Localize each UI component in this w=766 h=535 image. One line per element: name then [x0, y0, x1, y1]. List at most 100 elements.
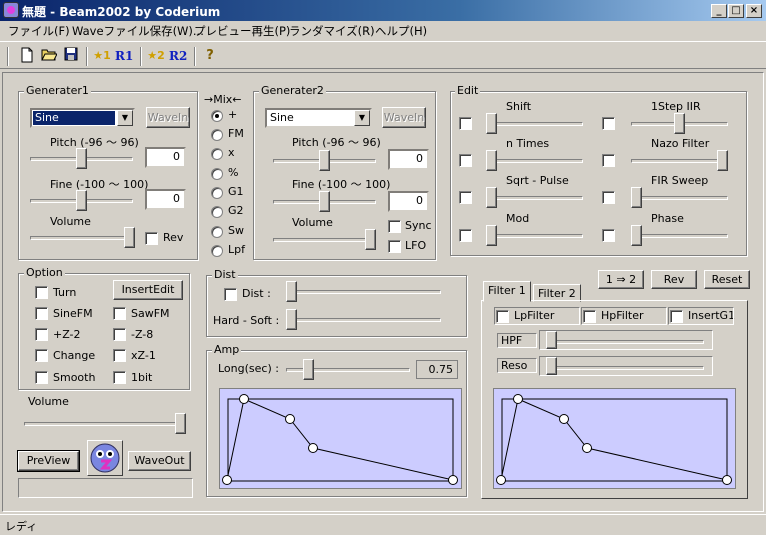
- open-icon[interactable]: [40, 47, 58, 65]
- edit-left-slider-1[interactable]: [486, 150, 497, 171]
- gen2-lfo-checkbox[interactable]: [388, 240, 401, 253]
- edit-left-checkbox-3[interactable]: [459, 229, 472, 242]
- edit-right-slider-3[interactable]: [631, 225, 642, 246]
- edit-right-slider-1[interactable]: [717, 150, 728, 171]
- edit-right-checkbox-2[interactable]: [602, 191, 615, 204]
- dist-checkbox[interactable]: [224, 288, 237, 301]
- edit-left-track-3[interactable]: [486, 234, 583, 238]
- edit-right-checkbox-1[interactable]: [602, 154, 615, 167]
- mix-radio-fm[interactable]: [211, 129, 223, 141]
- g2-preview-button[interactable]: ★2: [147, 47, 165, 65]
- close-button[interactable]: ×: [746, 4, 762, 18]
- amp-envelope-editor[interactable]: [219, 388, 462, 489]
- gen2-fine-slider[interactable]: [319, 191, 330, 212]
- gen1-volume-track[interactable]: [30, 236, 135, 240]
- gen1-fine-input[interactable]: 0: [145, 189, 186, 210]
- edit-left-checkbox-1[interactable]: [459, 154, 472, 167]
- turn-checkbox[interactable]: [35, 286, 48, 299]
- mix-radio-plus[interactable]: [211, 110, 223, 122]
- app-icon[interactable]: [3, 2, 19, 18]
- mix-radio-g1[interactable]: [211, 187, 223, 199]
- save-icon[interactable]: [62, 47, 80, 65]
- edit-right-track-1[interactable]: [631, 159, 728, 163]
- gen2-wavein-button[interactable]: WaveIn: [382, 107, 426, 128]
- edit-right-track-2[interactable]: [631, 196, 728, 200]
- edit-left-track-2[interactable]: [486, 196, 583, 200]
- rev-button[interactable]: Rev: [651, 270, 697, 289]
- minus-z8-checkbox[interactable]: [113, 328, 126, 341]
- preview-button[interactable]: PreView: [17, 450, 80, 472]
- mix-radio-lpf[interactable]: [211, 245, 223, 257]
- reso-track[interactable]: [546, 366, 704, 370]
- edit-right-checkbox-3[interactable]: [602, 229, 615, 242]
- menu-randomize[interactable]: ランダマイズ(R): [287, 22, 377, 40]
- sawfm-checkbox[interactable]: [113, 307, 126, 320]
- edit-left-slider-3[interactable]: [486, 225, 497, 246]
- menu-help[interactable]: ヘルプ(H): [373, 22, 429, 40]
- hard-soft-track[interactable]: [286, 318, 441, 322]
- waveout-button[interactable]: WaveOut: [128, 451, 191, 471]
- insert-edit-button[interactable]: InsertEdit: [113, 280, 183, 300]
- menu-preview[interactable]: プレビュー再生(P): [192, 22, 292, 40]
- edit-right-slider-0[interactable]: [674, 113, 685, 134]
- menu-file[interactable]: ファイル(F): [6, 22, 72, 40]
- gen1-rev-checkbox[interactable]: [145, 232, 158, 245]
- edit-left-track-1[interactable]: [486, 159, 583, 163]
- gen2-volume-slider[interactable]: [365, 229, 376, 250]
- edit-left-track-0[interactable]: [486, 122, 583, 126]
- title-bar[interactable]: 無題 - Beam2002 by Coderium _ □ ×: [0, 0, 766, 21]
- filter-envelope-editor[interactable]: [493, 388, 736, 489]
- mix-radio-percent[interactable]: [211, 168, 223, 180]
- g2-randomize-button[interactable]: R2: [169, 47, 187, 65]
- edit-right-checkbox-0[interactable]: [602, 117, 615, 130]
- gen2-volume-track[interactable]: [273, 238, 376, 242]
- mix-radio-sw[interactable]: [211, 226, 223, 238]
- xz1-checkbox[interactable]: [113, 349, 126, 362]
- tab-filter1[interactable]: Filter 1: [483, 281, 531, 302]
- gen2-pitch-slider[interactable]: [319, 150, 330, 171]
- edit-left-checkbox-0[interactable]: [459, 117, 472, 130]
- master-volume-track[interactable]: [24, 422, 186, 426]
- g1-preview-button[interactable]: ★1: [93, 47, 111, 65]
- help-icon[interactable]: ?: [201, 47, 219, 65]
- minimize-button[interactable]: _: [711, 4, 727, 18]
- gen1-volume-slider[interactable]: [124, 227, 135, 248]
- gen1-pitch-slider[interactable]: [76, 148, 87, 169]
- gen2-sync-checkbox[interactable]: [388, 220, 401, 233]
- reset-button[interactable]: Reset: [704, 270, 750, 289]
- swap-1-2-button[interactable]: 1 ⇒ 2: [598, 270, 644, 289]
- smooth-checkbox[interactable]: [35, 371, 48, 384]
- gen2-pitch-input[interactable]: 0: [388, 149, 429, 170]
- gen1-pitch-input[interactable]: 0: [145, 147, 186, 168]
- edit-left-slider-0[interactable]: [486, 113, 497, 134]
- mix-radio-x[interactable]: [211, 148, 223, 160]
- long-sec-slider[interactable]: [302, 359, 314, 380]
- reso-slider[interactable]: [546, 357, 557, 375]
- edit-left-slider-2[interactable]: [486, 187, 497, 208]
- gen1-wavein-button[interactable]: WaveIn: [146, 107, 190, 128]
- plus-z2-checkbox[interactable]: [35, 328, 48, 341]
- gen1-fine-slider[interactable]: [76, 190, 87, 211]
- edit-right-slider-2[interactable]: [631, 187, 642, 208]
- maximize-button[interactable]: □: [728, 4, 744, 18]
- sinefm-checkbox[interactable]: [35, 307, 48, 320]
- gen2-wave-select[interactable]: Sine ▼: [265, 108, 372, 128]
- mix-radio-g2[interactable]: [211, 206, 223, 218]
- edit-right-track-3[interactable]: [631, 234, 728, 238]
- gen1-wave-select[interactable]: Sine ▼: [30, 108, 135, 128]
- dist-slider[interactable]: [286, 281, 297, 302]
- onebit-checkbox[interactable]: [113, 371, 126, 384]
- edit-left-checkbox-2[interactable]: [459, 191, 472, 204]
- gen2-fine-input[interactable]: 0: [388, 191, 429, 212]
- g1-randomize-button[interactable]: R1: [115, 47, 133, 65]
- new-icon[interactable]: [18, 47, 36, 65]
- dist-track[interactable]: [286, 290, 441, 294]
- chevron-down-icon[interactable]: ▼: [117, 110, 133, 126]
- hard-soft-slider[interactable]: [286, 309, 297, 330]
- menu-wave-save[interactable]: Waveファイル保存(W)...: [70, 22, 206, 40]
- hpf-slider[interactable]: [546, 331, 557, 349]
- master-volume-slider[interactable]: [175, 413, 186, 434]
- hpf-track[interactable]: [546, 340, 704, 344]
- change-checkbox[interactable]: [35, 349, 48, 362]
- chevron-down-icon[interactable]: ▼: [354, 110, 370, 126]
